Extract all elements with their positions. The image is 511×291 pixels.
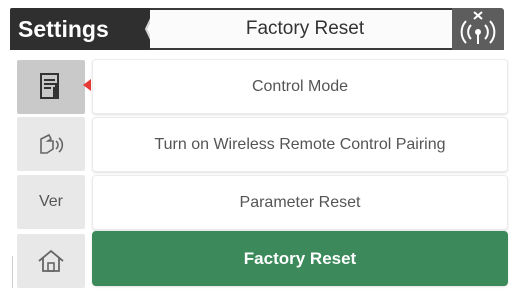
sidebar: Ver bbox=[17, 60, 85, 288]
settings-tab[interactable]: Settings bbox=[10, 8, 143, 50]
sidebar-item-remote-gesture[interactable] bbox=[17, 117, 85, 171]
divider bbox=[12, 256, 13, 288]
sidebar-item-version[interactable]: Ver bbox=[17, 175, 85, 229]
document-tools-icon bbox=[40, 73, 59, 99]
sidebar-item-manual-settings[interactable] bbox=[17, 60, 85, 114]
page-title: Factory Reset bbox=[245, 18, 365, 39]
hand-signal-icon bbox=[40, 133, 64, 154]
version-label: Ver bbox=[38, 193, 63, 210]
menu-item-parameter-reset[interactable]: Parameter Reset bbox=[92, 175, 508, 230]
wireless-signal-off-icon bbox=[460, 11, 496, 44]
selection-marker bbox=[83, 79, 91, 91]
menu-item-control-mode[interactable]: Control Mode bbox=[92, 59, 508, 114]
wireless-status bbox=[452, 8, 504, 50]
home-icon bbox=[38, 249, 64, 272]
menu-item-factory-reset[interactable]: Factory Reset bbox=[92, 231, 508, 286]
menu-item-wireless-pairing[interactable]: Turn on Wireless Remote Control Pairing bbox=[92, 117, 508, 172]
header-bar: Settings Factory Reset bbox=[10, 8, 504, 50]
sidebar-item-home[interactable] bbox=[17, 234, 85, 288]
